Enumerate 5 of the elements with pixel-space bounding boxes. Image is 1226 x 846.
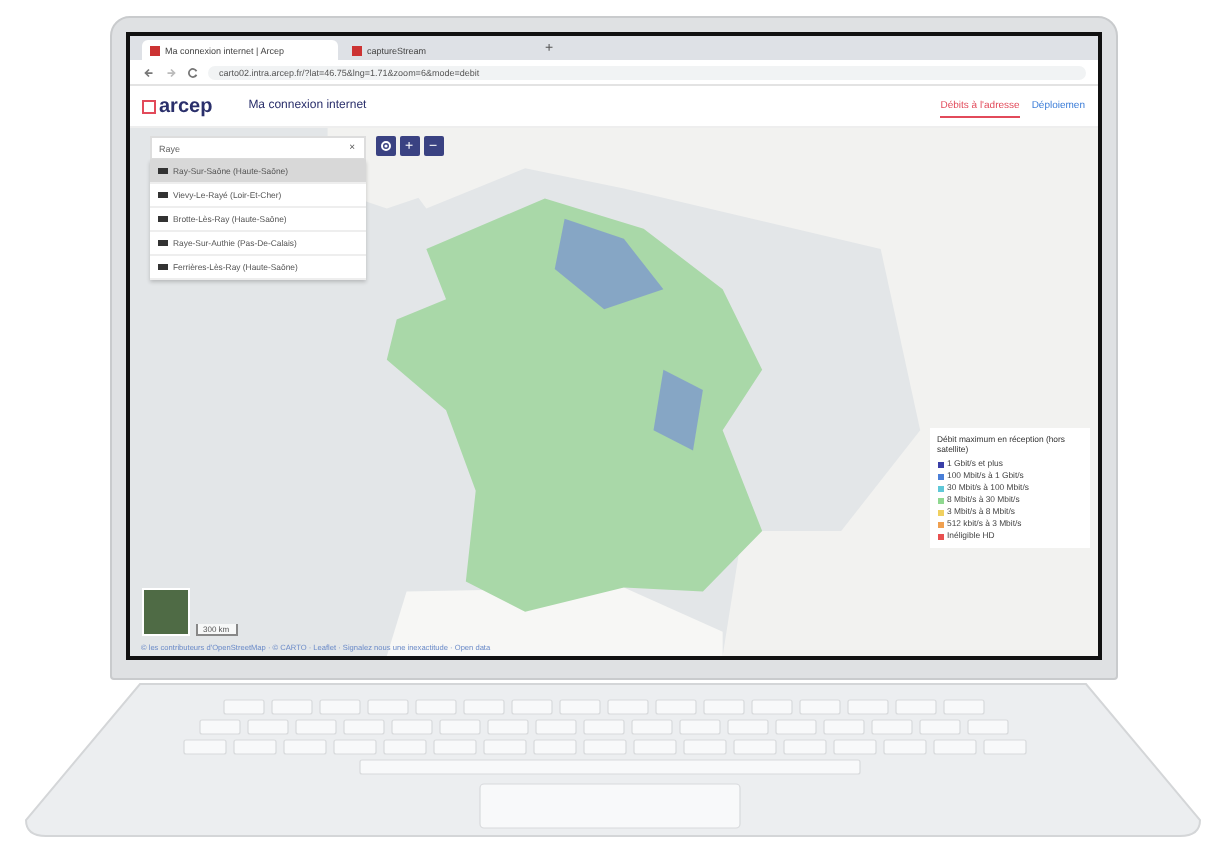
satellite-layer-thumbnail[interactable] (141, 588, 189, 636)
arcep-logo[interactable]: arcep (141, 95, 213, 117)
reload-icon[interactable] (185, 65, 199, 79)
back-arrow-icon[interactable] (141, 65, 155, 79)
locate-button[interactable] (375, 136, 395, 156)
